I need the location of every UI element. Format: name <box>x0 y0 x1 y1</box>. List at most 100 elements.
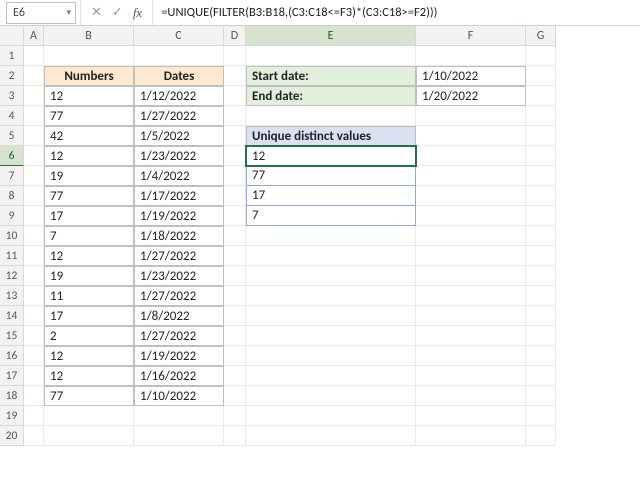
cell-B3[interactable]: 12 <box>44 86 134 106</box>
cell-F12[interactable] <box>416 266 526 286</box>
cell-C7[interactable]: 1/4/2022 <box>134 166 224 186</box>
cell-B2[interactable]: Numbers <box>44 66 134 86</box>
cell-F19[interactable] <box>416 406 526 426</box>
cell-D12[interactable] <box>224 266 246 286</box>
cell-G12[interactable] <box>526 266 556 286</box>
cell-E17[interactable] <box>246 366 416 386</box>
cell-D19[interactable] <box>224 406 246 426</box>
cell-D16[interactable] <box>224 346 246 366</box>
cell-G2[interactable] <box>526 66 556 86</box>
cell-D10[interactable] <box>224 226 246 246</box>
cell-G18[interactable] <box>526 386 556 406</box>
cell-D13[interactable] <box>224 286 246 306</box>
col-header-G[interactable]: G <box>526 26 556 46</box>
cell-A20[interactable] <box>24 426 44 446</box>
chevron-down-icon[interactable]: ▾ <box>66 7 71 18</box>
cell-E19[interactable] <box>246 406 416 426</box>
cell-A13[interactable] <box>24 286 44 306</box>
cell-A5[interactable] <box>24 126 44 146</box>
cell-C11[interactable]: 1/27/2022 <box>134 246 224 266</box>
cell-C12[interactable]: 1/23/2022 <box>134 266 224 286</box>
cell-G20[interactable] <box>526 426 556 446</box>
cell-E4[interactable] <box>246 106 416 126</box>
col-header-A[interactable]: A <box>24 26 44 46</box>
cell-D20[interactable] <box>224 426 246 446</box>
cell-F18[interactable] <box>416 386 526 406</box>
cell-C14[interactable]: 1/8/2022 <box>134 306 224 326</box>
col-header-B[interactable]: B <box>44 26 134 46</box>
cell-D5[interactable] <box>224 126 246 146</box>
cell-B5[interactable]: 42 <box>44 126 134 146</box>
cell-D17[interactable] <box>224 366 246 386</box>
cell-E12[interactable] <box>246 266 416 286</box>
cell-A17[interactable] <box>24 366 44 386</box>
row-header-17[interactable]: 17 <box>0 366 24 386</box>
cell-G10[interactable] <box>526 226 556 246</box>
row-header-5[interactable]: 5 <box>0 126 24 146</box>
cell-A16[interactable] <box>24 346 44 366</box>
cell-E13[interactable] <box>246 286 416 306</box>
cell-F14[interactable] <box>416 306 526 326</box>
cell-E3[interactable]: End date: <box>246 86 416 106</box>
cell-F16[interactable] <box>416 346 526 366</box>
cell-A15[interactable] <box>24 326 44 346</box>
cell-D1[interactable] <box>224 46 246 66</box>
cell-C6[interactable]: 1/23/2022 <box>134 146 224 166</box>
cell-F10[interactable] <box>416 226 526 246</box>
cell-C20[interactable] <box>134 426 224 446</box>
cell-A4[interactable] <box>24 106 44 126</box>
select-all-corner[interactable] <box>0 26 24 46</box>
cell-E10[interactable] <box>246 226 416 246</box>
cell-G16[interactable] <box>526 346 556 366</box>
cell-G9[interactable] <box>526 206 556 226</box>
cell-B20[interactable] <box>44 426 134 446</box>
cell-A10[interactable] <box>24 226 44 246</box>
cell-E15[interactable] <box>246 326 416 346</box>
cell-B13[interactable]: 11 <box>44 286 134 306</box>
cell-D11[interactable] <box>224 246 246 266</box>
cell-C1[interactable] <box>134 46 224 66</box>
row-header-15[interactable]: 15 <box>0 326 24 346</box>
cell-D9[interactable] <box>224 206 246 226</box>
cell-C4[interactable]: 1/27/2022 <box>134 106 224 126</box>
cell-B9[interactable]: 17 <box>44 206 134 226</box>
cell-F8[interactable] <box>416 186 526 206</box>
row-header-20[interactable]: 20 <box>0 426 24 446</box>
cell-D15[interactable] <box>224 326 246 346</box>
fx-icon[interactable]: fx <box>133 5 142 21</box>
cell-G17[interactable] <box>526 366 556 386</box>
cell-G5[interactable] <box>526 126 556 146</box>
cell-G4[interactable] <box>526 106 556 126</box>
row-header-19[interactable]: 19 <box>0 406 24 426</box>
cell-B4[interactable]: 77 <box>44 106 134 126</box>
cell-E20[interactable] <box>246 426 416 446</box>
row-header-3[interactable]: 3 <box>0 86 24 106</box>
cell-D8[interactable] <box>224 186 246 206</box>
cell-C19[interactable] <box>134 406 224 426</box>
cell-C10[interactable]: 1/18/2022 <box>134 226 224 246</box>
cell-B11[interactable]: 12 <box>44 246 134 266</box>
col-header-E[interactable]: E <box>246 26 416 46</box>
cell-F9[interactable] <box>416 206 526 226</box>
cell-G13[interactable] <box>526 286 556 306</box>
row-header-9[interactable]: 9 <box>0 206 24 226</box>
cell-F17[interactable] <box>416 366 526 386</box>
cell-A19[interactable] <box>24 406 44 426</box>
cell-A14[interactable] <box>24 306 44 326</box>
cell-E8[interactable]: 17 <box>246 186 416 206</box>
row-header-13[interactable]: 13 <box>0 286 24 306</box>
row-header-18[interactable]: 18 <box>0 386 24 406</box>
cancel-icon[interactable]: ✕ <box>91 5 102 20</box>
active-cell[interactable]: 12 <box>246 146 416 166</box>
cell-B6[interactable]: 12 <box>44 146 134 166</box>
cell-A1[interactable] <box>24 46 44 66</box>
cell-B14[interactable]: 17 <box>44 306 134 326</box>
cell-G11[interactable] <box>526 246 556 266</box>
cell-E11[interactable] <box>246 246 416 266</box>
cell-D14[interactable] <box>224 306 246 326</box>
cell-F4[interactable] <box>416 106 526 126</box>
cell-B19[interactable] <box>44 406 134 426</box>
cell-E1[interactable] <box>246 46 416 66</box>
cell-C18[interactable]: 1/10/2022 <box>134 386 224 406</box>
cell-G14[interactable] <box>526 306 556 326</box>
